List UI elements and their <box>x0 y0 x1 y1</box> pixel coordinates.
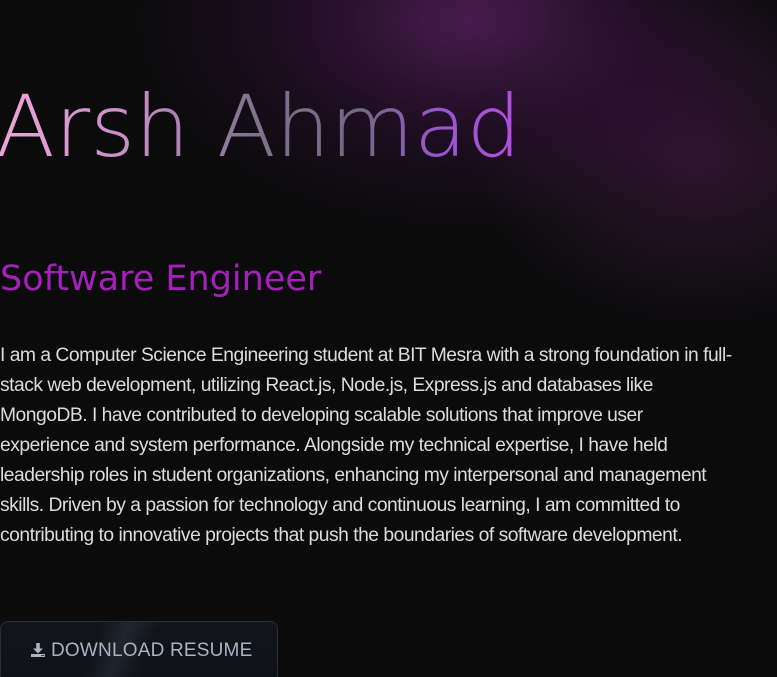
hero-role: Software Engineer <box>0 259 322 299</box>
hero-bio: I am a Computer Science Engineering stud… <box>0 345 732 546</box>
download-icon <box>30 642 46 658</box>
download-resume-button[interactable]: DOWNLOAD RESUME <box>0 621 278 677</box>
hero-name: Arsh Ahmad <box>0 72 521 182</box>
download-resume-label: DOWNLOAD RESUME <box>51 640 253 661</box>
hero-section: Arsh Ahmad Software Engineer I am a Comp… <box>0 0 777 677</box>
